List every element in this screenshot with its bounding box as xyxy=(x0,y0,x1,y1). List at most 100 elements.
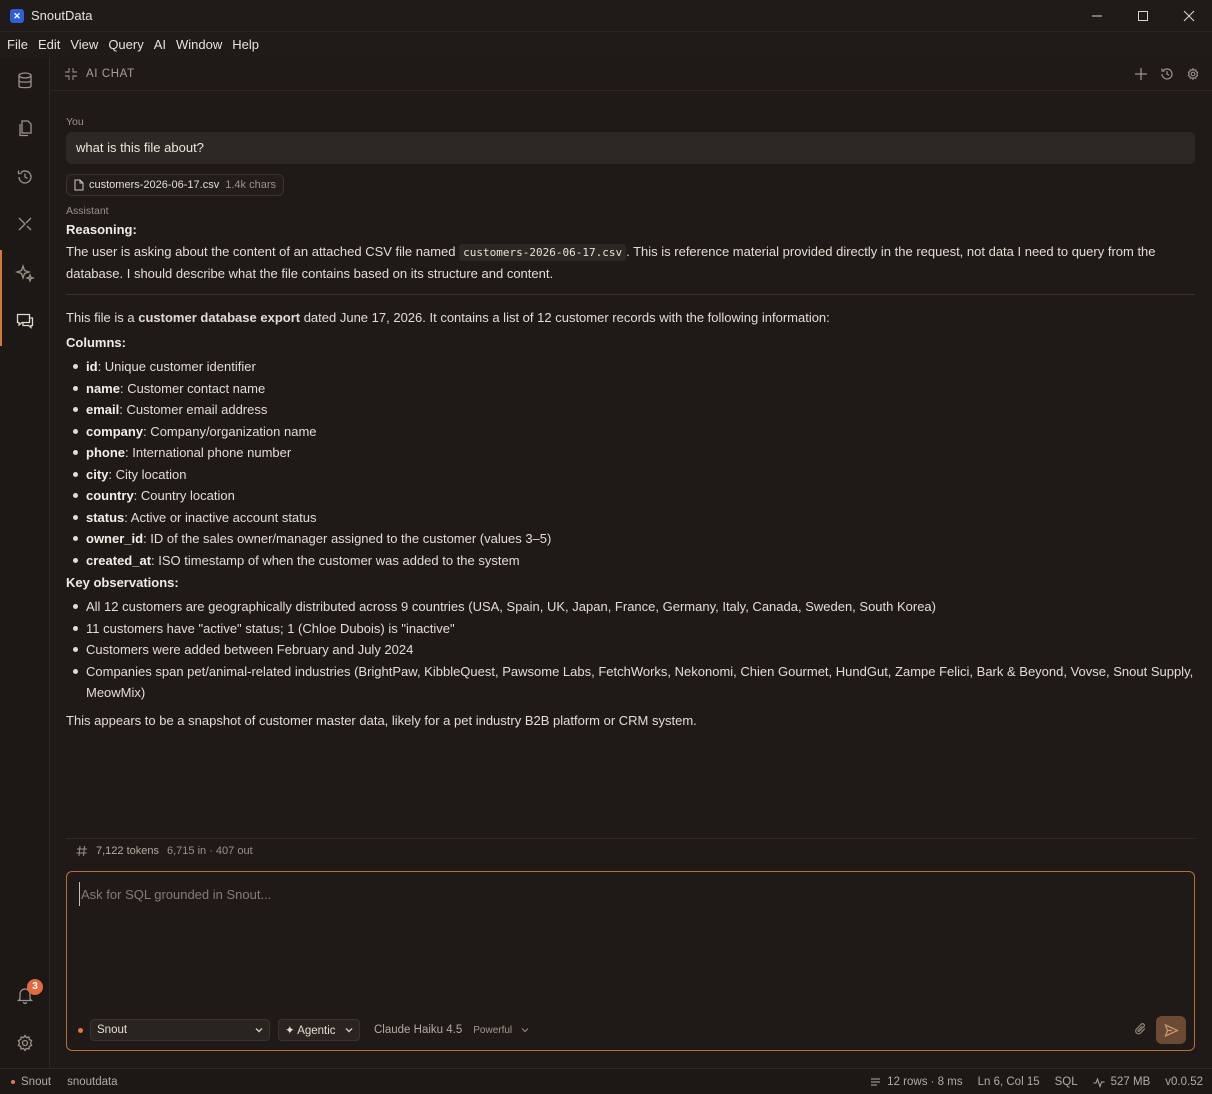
chat-icon xyxy=(16,313,34,329)
intro-part: dated June 17, 2026. It contains a list … xyxy=(300,310,830,325)
chat-settings-button[interactable] xyxy=(1184,65,1202,83)
list-item: 11 customers have "active" status; 1 (Ch… xyxy=(66,618,1195,640)
collapse-icon xyxy=(65,68,77,80)
menu-view[interactable]: View xyxy=(65,32,103,58)
activity-settings[interactable] xyxy=(0,1023,50,1063)
status-result-text: 12 rows · 8 ms xyxy=(887,1076,963,1088)
status-result: 12 rows · 8 ms xyxy=(870,1076,963,1088)
activity-bar: 3 xyxy=(0,58,50,1068)
list-item: Companies span pet/animal-related indust… xyxy=(66,661,1195,704)
activity-compare[interactable] xyxy=(0,204,50,244)
chat-composer: Snout ✦ Agentic Claude Haiku 4.5 Powerfu… xyxy=(66,871,1195,1051)
status-right: 12 rows · 8 ms Ln 6, Col 15 SQL 527 MB v… xyxy=(870,1069,1203,1094)
list-item: owner_id: ID of the sales owner/manager … xyxy=(66,528,1195,550)
notification-badge: 3 xyxy=(27,979,43,995)
status-language[interactable]: SQL xyxy=(1055,1076,1078,1088)
menu-window[interactable]: Window xyxy=(171,32,227,58)
menu-edit[interactable]: Edit xyxy=(33,32,65,58)
menu-ai[interactable]: AI xyxy=(149,32,171,58)
attachment-chip[interactable]: customers-2026-06-17.csv 1.4k chars xyxy=(66,174,284,196)
connection-select[interactable]: Snout xyxy=(90,1019,270,1041)
activity-ai-assist[interactable] xyxy=(0,253,50,293)
activity-database[interactable] xyxy=(0,61,50,101)
history-icon xyxy=(1161,68,1173,80)
hash-icon xyxy=(76,845,87,856)
assistant-role-label: Assistant xyxy=(66,205,109,217)
list-item: company: Company/organization name xyxy=(66,421,1195,443)
title-bar: ✕ SnoutData xyxy=(0,0,1212,32)
menu-file[interactable]: File xyxy=(2,32,33,58)
model-selector[interactable]: Claude Haiku 4.5 xyxy=(374,1024,462,1036)
gear-icon xyxy=(1187,67,1199,81)
composer-toolbar: Snout ✦ Agentic Claude Haiku 4.5 Powerfu… xyxy=(67,1016,1194,1044)
paperclip-icon xyxy=(1135,1023,1146,1035)
activity-notifications[interactable]: 3 xyxy=(0,975,50,1015)
chat-transcript: You what is this file about? customers-2… xyxy=(66,116,1195,730)
lines-icon xyxy=(871,1078,881,1085)
minimize-icon xyxy=(1092,15,1102,17)
minimize-button[interactable] xyxy=(1074,0,1120,32)
status-memory-text: 527 MB xyxy=(1110,1076,1151,1088)
reasoning-text-part: The user is asking about the content of … xyxy=(66,244,460,259)
list-item: All 12 customers are geographically dist… xyxy=(66,596,1195,618)
inline-code-filename: customers-2026-06-17.csv xyxy=(459,244,627,261)
columns-list: id: Unique customer identifier name: Cus… xyxy=(66,356,1195,571)
token-usage: 7,122 tokens 6,715 in · 407 out xyxy=(66,838,1195,862)
list-item: country: Country location xyxy=(66,485,1195,507)
status-version: v0.0.52 xyxy=(1165,1076,1203,1088)
list-item: created_at: ISO timestamp of when the cu… xyxy=(66,550,1195,572)
sparkle-icon xyxy=(15,263,35,283)
status-cursor[interactable]: Ln 6, Col 15 xyxy=(978,1076,1040,1088)
divider xyxy=(66,294,1195,295)
chat-history-button[interactable] xyxy=(1158,65,1176,83)
token-split: 6,715 in · 407 out xyxy=(167,844,253,857)
history-icon xyxy=(17,170,32,184)
model-tier[interactable]: Powerful xyxy=(473,1025,512,1036)
activity-history[interactable] xyxy=(0,157,50,197)
collapse-panel-button[interactable] xyxy=(64,67,78,81)
attachment-size: 1.4k chars xyxy=(225,179,276,191)
reasoning-heading: Reasoning: xyxy=(66,222,137,237)
status-connection[interactable]: Snout xyxy=(21,1076,51,1088)
connection-select-value: Snout xyxy=(97,1024,128,1036)
activity-files[interactable] xyxy=(0,108,50,148)
mode-select[interactable]: ✦ Agentic xyxy=(278,1019,360,1041)
list-item: id: Unique customer identifier xyxy=(66,356,1195,378)
intro-part: This file is a xyxy=(66,310,139,325)
list-item: phone: International phone number xyxy=(66,442,1195,464)
menu-help[interactable]: Help xyxy=(227,32,264,58)
list-item: city: City location xyxy=(66,464,1195,486)
prompt-input[interactable] xyxy=(79,882,1179,906)
close-button[interactable] xyxy=(1166,0,1212,32)
chevron-down-icon xyxy=(345,1028,353,1033)
list-item: Customers were added between February an… xyxy=(66,639,1195,661)
intro-bold: customer database export xyxy=(138,310,301,325)
send-button[interactable] xyxy=(1156,1016,1186,1044)
database-icon xyxy=(18,72,32,89)
file-icon xyxy=(74,179,84,191)
panel-actions xyxy=(1132,65,1202,83)
send-icon xyxy=(1163,1023,1179,1037)
new-chat-button[interactable] xyxy=(1132,65,1150,83)
gear-icon xyxy=(17,1034,33,1052)
status-memory: 527 MB xyxy=(1093,1076,1151,1088)
menu-bar: File Edit View Query AI Window Help xyxy=(0,32,1212,58)
status-bar: Snout snoutdata 12 rows · 8 ms Ln 6, Col… xyxy=(0,1068,1212,1094)
close-icon xyxy=(1183,10,1195,22)
attach-file-button[interactable] xyxy=(1134,1022,1148,1039)
answer-closing: This appears to be a snapshot of custome… xyxy=(66,712,697,728)
status-database[interactable]: snoutdata xyxy=(67,1076,118,1088)
reasoning-text: The user is asking about the content of … xyxy=(66,241,1195,284)
app-logo-icon: ✕ xyxy=(10,8,24,23)
mode-select-value: ✦ Agentic xyxy=(285,1025,336,1037)
panel-header: AI CHAT xyxy=(51,58,1212,91)
columns-heading: Columns: xyxy=(66,335,126,350)
list-item: email: Customer email address xyxy=(66,399,1195,421)
activity-ai-chat[interactable] xyxy=(0,301,50,341)
maximize-icon xyxy=(1138,11,1148,21)
token-total: 7,122 tokens xyxy=(96,844,159,857)
maximize-button[interactable] xyxy=(1120,0,1166,32)
window-controls xyxy=(1074,0,1212,32)
menu-query[interactable]: Query xyxy=(103,32,148,58)
chevron-down-icon[interactable] xyxy=(520,1025,530,1035)
